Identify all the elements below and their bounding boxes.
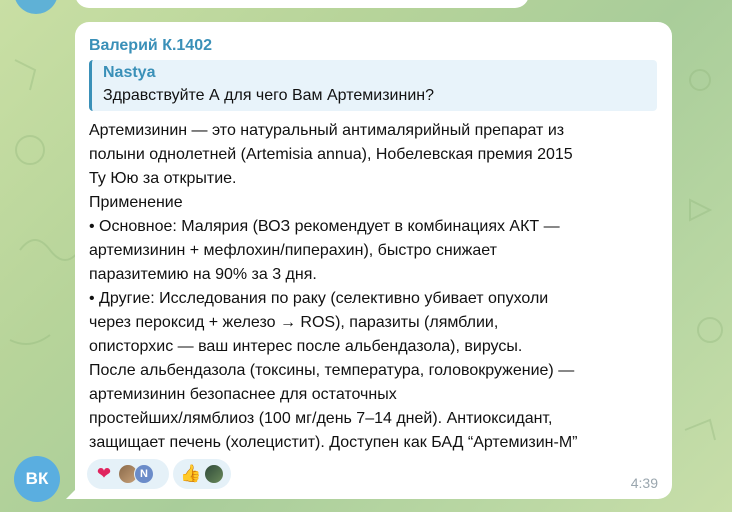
bubble-tail — [66, 489, 76, 499]
thumbs-up-icon: 👍 — [180, 464, 202, 483]
reactor-avatar-n: N — [134, 464, 154, 484]
message-line: защищает печень (холецистит). Доступен к… — [89, 434, 578, 451]
message-line: После альбендазола (токсины, температура… — [89, 362, 575, 379]
sender-avatar[interactable]: ВК — [14, 456, 60, 502]
thumbs-up-reaction[interactable]: 👍 — [173, 459, 231, 489]
sender-name[interactable]: Валерий К.1402 — [89, 37, 212, 55]
message-bubble[interactable]: Валерий К.1402 Nastya Здравствуйте А для… — [75, 22, 672, 499]
message-line: описторхис — ваш интерес после альбендаз… — [89, 338, 523, 355]
message-line: Артемизинин — это натуральный антималяри… — [89, 122, 565, 139]
message-line: паразитемию на 90% за 3 дня. — [89, 266, 317, 283]
message-line: Ту Юю за открытие. — [89, 170, 237, 187]
message-line: полыни однолетней (Artemisia annua), Ноб… — [89, 146, 573, 163]
message-line: • Основное: Малярия (ВОЗ рекомендует в к… — [89, 218, 560, 235]
message-line: • Другие: Исследования по раку (селектив… — [89, 290, 549, 307]
message-line: через пероксид + железо → ROS), паразиты… — [89, 314, 499, 331]
message-line: артемизинин безопаснее для остаточных — [89, 386, 397, 403]
reply-author: Nastya — [103, 64, 156, 81]
message-line: простейших/лямблиоз (100 мг/день 7–14 дн… — [89, 410, 553, 427]
previous-message-bubble[interactable] — [75, 0, 529, 8]
message-text: Артемизинин — это натуральный антималяри… — [89, 119, 667, 455]
reactor-avatar-photo-2 — [204, 464, 224, 484]
message-time: 4:39 — [630, 475, 658, 491]
message-line: Применение — [89, 194, 183, 211]
heart-icon: ❤ — [96, 464, 112, 483]
reply-quote[interactable]: Nastya Здравствуйте А для чего Вам Артем… — [89, 60, 657, 111]
heart-reaction[interactable]: ❤ N — [87, 459, 169, 489]
message-line: артемизинин + мефлохин/пиперахин), быстр… — [89, 242, 497, 259]
reply-text: Здравствуйте А для чего Вам Артемизинин? — [103, 87, 434, 104]
